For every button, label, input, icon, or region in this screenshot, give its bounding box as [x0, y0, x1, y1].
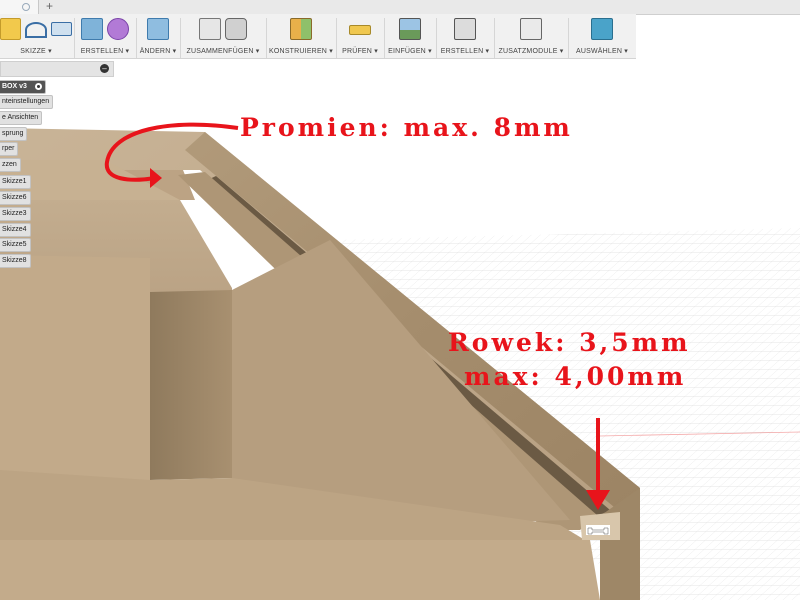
- toolbar-separator: [336, 18, 337, 58]
- document-tab[interactable]: [0, 0, 39, 14]
- browser-item-sketch[interactable]: Skizze6: [0, 191, 31, 205]
- toolbar-group-erstellen-2[interactable]: ERSTELLEN ▾: [438, 18, 492, 58]
- toolbar-separator: [436, 18, 437, 58]
- browser-item-sketch[interactable]: Skizze8: [0, 254, 31, 268]
- toolbar-separator: [266, 18, 267, 58]
- scripts-addins-icon[interactable]: [520, 18, 542, 40]
- toolbar-group-aendern[interactable]: ÄNDERN ▾: [138, 18, 178, 58]
- render-icon[interactable]: [454, 18, 476, 40]
- box-create-icon[interactable]: [81, 18, 103, 40]
- toolbar-separator: [494, 18, 495, 58]
- toolbar-group-einfuegen[interactable]: EINFÜGEN ▾: [386, 18, 434, 58]
- toolbar-label-skizze: SKIZZE ▾: [20, 48, 52, 55]
- browser-item[interactable]: sprung: [0, 127, 28, 141]
- toolbar-group-zusammenfuegen[interactable]: ZUSAMMENFÜGEN ▾: [182, 18, 264, 58]
- toolbar-group-konstruieren[interactable]: KONSTRUIEREN ▾: [268, 18, 334, 58]
- toolbar-separator: [74, 18, 75, 58]
- browser-item-sketch[interactable]: Skizze3: [0, 207, 31, 221]
- ribbon-toolbar: SKIZZE ▾ ERSTELLEN ▾ ÄNDERN ▾ ZUSAMMENFÜ…: [0, 14, 636, 59]
- new-component-icon[interactable]: [199, 18, 221, 40]
- toolbar-separator: [568, 18, 569, 58]
- insert-image-icon[interactable]: [399, 18, 421, 40]
- document-node[interactable]: BOX v3: [0, 80, 46, 94]
- toolbar-label-einfuegen: EINFÜGEN ▾: [388, 48, 432, 55]
- select-cursor-icon[interactable]: [591, 18, 613, 40]
- browser-item-sketch[interactable]: Skizze5: [0, 238, 31, 252]
- toolbar-label-pruefen: PRÜFEN ▾: [342, 48, 378, 55]
- browser-item[interactable]: rper: [0, 142, 19, 156]
- tab-bar: +: [0, 0, 800, 15]
- toolbar-group-pruefen[interactable]: PRÜFEN ▾: [338, 18, 382, 58]
- browser-item-sketch[interactable]: Skizze4: [0, 223, 31, 237]
- toolbar-label-erstellen: ERSTELLEN ▾: [80, 48, 130, 55]
- sphere-mesh-icon[interactable]: [107, 18, 129, 40]
- box-inner-deep-wall: [0, 255, 150, 480]
- collapse-panel-button[interactable]: –: [100, 64, 109, 73]
- tab-status-icon: [22, 3, 30, 11]
- toolbar-label-konstruieren: KONSTRUIEREN ▾: [269, 48, 333, 55]
- box-inner-side-wall: [150, 290, 232, 480]
- toolbar-label-zusatzmodule: ZUSATZMODULE ▾: [498, 48, 564, 55]
- rowek-annotation-line1: Rowek: 3,5mm: [448, 328, 691, 357]
- new-tab-button[interactable]: +: [46, 0, 53, 13]
- press-pull-icon[interactable]: [147, 18, 169, 40]
- toolbar-group-auswaehlen[interactable]: AUSWÄHLEN ▾: [570, 18, 634, 58]
- toolbar-group-erstellen[interactable]: ERSTELLEN ▾: [76, 18, 134, 58]
- offset-plane-icon[interactable]: [290, 18, 312, 40]
- browser-item[interactable]: nteinstellungen: [0, 95, 54, 109]
- rectangle-icon[interactable]: [51, 22, 73, 36]
- toolbar-separator: [180, 18, 181, 58]
- toolbar-label-zusammenfuegen: ZUSAMMENFÜGEN ▾: [186, 48, 260, 55]
- promien-annotation: Promien: max. 8mm: [240, 113, 573, 142]
- box-front-face: [0, 540, 600, 600]
- document-name: BOX v3: [2, 83, 27, 90]
- rowek-annotation-line2: max: 4,00mm: [464, 362, 687, 391]
- line-icon[interactable]: [24, 22, 48, 38]
- toolbar-group-skizze[interactable]: SKIZZE ▾: [0, 18, 73, 58]
- toolbar-group-zusatzmodule[interactable]: ZUSATZMODULE ▾: [496, 18, 566, 58]
- browser-item[interactable]: zzen: [0, 158, 21, 172]
- browser-item[interactable]: e Ansichten: [0, 111, 43, 125]
- toolbar-label-auswaehlen: AUSWÄHLEN ▾: [576, 48, 628, 55]
- joint-icon[interactable]: [225, 18, 247, 40]
- toolbar-label-erstellen-2: ERSTELLEN ▾: [440, 48, 490, 55]
- measure-icon[interactable]: [349, 25, 371, 35]
- toolbar-label-aendern: ÄNDERN ▾: [139, 48, 177, 55]
- activate-target-icon[interactable]: [33, 82, 43, 91]
- browser-panel-header[interactable]: –: [0, 61, 114, 77]
- 3d-viewport[interactable]: [0, 0, 800, 600]
- toolbar-separator: [136, 18, 137, 58]
- browser-item-sketch[interactable]: Skizze1: [0, 175, 31, 189]
- sketch-icon[interactable]: [0, 18, 21, 40]
- toolbar-separator: [384, 18, 385, 58]
